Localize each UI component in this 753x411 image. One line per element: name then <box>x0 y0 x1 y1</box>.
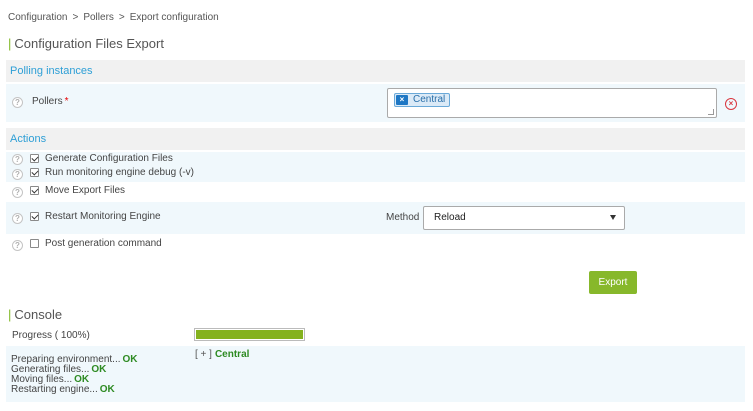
option-row-move: ? Move Export Files <box>6 182 745 202</box>
title-marker: | <box>8 307 12 322</box>
option-row-restart: ? Restart Monitoring Engine Method Reloa… <box>6 202 745 234</box>
console-steps: Preparing environment... OK Generating fi… <box>11 355 138 395</box>
help-icon[interactable]: ? <box>12 97 23 108</box>
progress-label: Progress ( 100%) <box>12 330 90 341</box>
move-files-checkbox[interactable] <box>30 186 39 195</box>
breadcrumb-item-export-configuration[interactable]: Export configuration <box>130 12 219 23</box>
close-icon[interactable]: × <box>396 95 408 105</box>
export-button[interactable]: Export <box>589 271 637 294</box>
help-icon[interactable]: ? <box>12 240 23 251</box>
title-marker: | <box>8 36 12 51</box>
move-files-label: Move Export Files <box>45 185 126 196</box>
expand-toggle: [ + ] <box>195 349 212 360</box>
breadcrumb-separator: > <box>118 12 125 23</box>
method-label: Method <box>386 212 420 223</box>
poller-output-toggle[interactable]: [ + ] Central <box>195 349 249 360</box>
breadcrumb-item-configuration[interactable]: Configuration <box>8 12 67 23</box>
status-ok: OK <box>91 364 107 375</box>
console-output-row: Preparing environment... OK Generating fi… <box>6 346 745 402</box>
actions-header: Actions <box>6 128 745 150</box>
engine-debug-label: Run monitoring engine debug (-v) <box>45 167 194 178</box>
required-mark: * <box>64 96 69 107</box>
post-command-checkbox[interactable] <box>30 239 39 248</box>
clear-icon[interactable]: × <box>725 98 737 110</box>
poller-chip-central: × Central <box>394 93 451 107</box>
status-ok: OK <box>99 384 115 395</box>
restart-engine-checkbox[interactable] <box>30 212 39 221</box>
generate-files-checkbox[interactable] <box>30 154 39 163</box>
restart-engine-label: Restart Monitoring Engine <box>45 211 161 222</box>
polling-instances-header: Polling instances <box>6 60 745 82</box>
help-icon[interactable]: ? <box>12 187 23 198</box>
pollers-row: ? Pollers * × Central × <box>6 84 745 122</box>
breadcrumb-item-pollers[interactable]: Pollers <box>83 12 114 23</box>
poller-output-name: Central <box>214 349 250 360</box>
console-title: | Console <box>8 307 62 322</box>
poller-chip-label: Central <box>413 94 446 105</box>
progress-bar-fill <box>196 330 303 339</box>
generate-files-label: Generate Configuration Files <box>45 153 173 164</box>
page-title: | Configuration Files Export <box>8 36 164 51</box>
breadcrumb: Configuration > Pollers > Export configurati… <box>8 12 219 23</box>
page-title-text: Configuration Files Export <box>14 36 164 51</box>
help-icon[interactable]: ? <box>12 154 23 165</box>
console-step: Restarting engine... OK <box>11 384 115 395</box>
breadcrumb-separator: > <box>72 12 79 23</box>
help-icon[interactable]: ? <box>12 213 23 224</box>
method-value: Reload <box>434 212 466 223</box>
chevron-down-icon <box>610 215 616 220</box>
progress-bar <box>194 328 305 341</box>
status-ok: OK <box>122 354 138 365</box>
pollers-multiselect[interactable]: × Central <box>387 88 717 118</box>
progress-row: Progress ( 100%) <box>6 324 745 346</box>
method-select[interactable]: Reload <box>423 206 625 230</box>
console-title-text: Console <box>14 307 63 322</box>
post-command-label: Post generation command <box>45 238 162 249</box>
resize-handle[interactable] <box>708 109 714 115</box>
engine-debug-checkbox[interactable] <box>30 168 39 177</box>
option-row-debug: ? Run monitoring engine debug (-v) <box>6 165 745 182</box>
option-row-post-command: ? Post generation command <box>6 234 745 256</box>
option-row-generate: ? Generate Configuration Files <box>6 152 745 165</box>
pollers-label: Pollers * <box>32 96 69 107</box>
help-icon[interactable]: ? <box>12 169 23 180</box>
